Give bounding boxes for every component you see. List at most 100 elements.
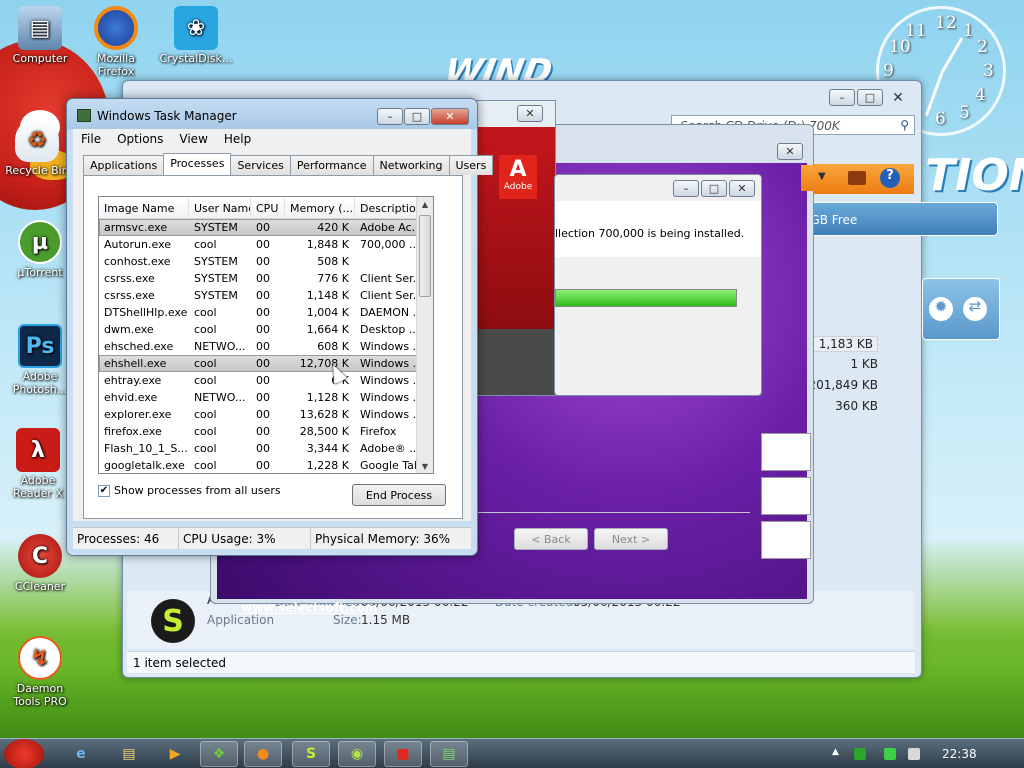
table-row[interactable]: csrss.exe SYSTEM 00 776 K Client Ser... <box>99 270 433 287</box>
desktop-icon-label: Adobe Reader X <box>13 474 63 500</box>
dropdown-arrow-icon[interactable]: ▼ <box>818 171 826 182</box>
tray-network-icon[interactable] <box>854 748 866 760</box>
start-button[interactable] <box>4 739 44 768</box>
menu-view[interactable]: View <box>171 129 215 149</box>
column-header-image-name[interactable]: Image Name <box>99 197 189 218</box>
recycle-bin-icon: ♻ <box>15 118 59 162</box>
gear-icon[interactable]: ✹ <box>929 297 953 321</box>
help-icon[interactable]: ? <box>880 168 900 188</box>
table-row[interactable]: csrss.exe SYSTEM 00 1,148 K Client Ser... <box>99 287 433 304</box>
taskbar-ie-icon[interactable]: e <box>62 741 100 767</box>
minimize-button[interactable]: – <box>673 180 699 197</box>
task-manager-body: Applications Processes Services Performa… <box>73 149 494 521</box>
end-process-button[interactable]: End Process <box>352 484 446 506</box>
process-list-scrollbar[interactable]: ▲ ▼ <box>416 197 433 473</box>
next-button[interactable]: Next > <box>594 528 668 550</box>
tray-volume-muted-icon[interactable] <box>908 748 920 760</box>
photoshop-icon: Ps <box>18 324 62 368</box>
checkbox-box[interactable]: ✔ <box>98 484 110 497</box>
tab-networking[interactable]: Networking <box>372 155 450 175</box>
maximize-button[interactable]: □ <box>857 89 883 106</box>
column-header-user-name[interactable]: User Name <box>189 197 251 218</box>
tray-expand-icon[interactable]: ▲ <box>832 747 839 757</box>
table-row[interactable]: DTShellHlp.exe cool 00 1,004 K DAEMON ... <box>99 304 433 321</box>
swap-icon[interactable]: ⇄ <box>963 297 987 321</box>
scroll-up-arrow-icon[interactable]: ▲ <box>417 197 433 213</box>
taskbar-windows-icon[interactable]: ❖ <box>200 741 238 767</box>
desktop-icon-crystaldisk[interactable]: ❀ CrystalDisk... <box>158 6 234 65</box>
selectsoft-link[interactable]: www.selectsoft.com <box>241 601 377 615</box>
close-button[interactable]: ✕ <box>431 108 469 125</box>
taskbar-media-player-icon[interactable]: ▶ <box>156 741 194 767</box>
back-button[interactable]: < Back <box>514 528 588 550</box>
table-row[interactable]: dwm.exe cool 00 1,664 K Desktop ... <box>99 321 433 338</box>
menu-file[interactable]: File <box>73 129 109 149</box>
status-physical-memory: Physical Memory: 36% <box>315 532 451 546</box>
maximize-button[interactable]: □ <box>701 180 727 197</box>
table-row[interactable]: armsvc.exe SYSTEM 00 420 K Adobe Ac... <box>99 219 433 236</box>
process-user-name: cool <box>194 442 217 455</box>
installer-side-button[interactable] <box>761 433 811 471</box>
table-row[interactable]: googletalk.exe cool 00 1,228 K Google Talk <box>99 457 433 473</box>
taskbar-explorer-icon[interactable]: ▤ <box>110 741 148 767</box>
tab-services[interactable]: Services <box>230 155 291 175</box>
table-row[interactable]: Flash_10_1_S... cool 00 3,344 K Adobe® ... <box>99 440 433 457</box>
desktop-icon-adobe-reader[interactable]: λ Adobe Reader X <box>0 428 76 500</box>
table-row[interactable]: ehshell.exe cool 00 12,708 K Windows ... <box>99 355 433 372</box>
taskbar-installer-icon[interactable]: ◉ <box>338 741 376 767</box>
close-button[interactable]: ✕ <box>729 180 755 197</box>
show-all-processes-checkbox[interactable]: ✔ Show processes from all users <box>98 484 281 497</box>
minimize-button[interactable]: – <box>377 108 403 125</box>
table-row[interactable]: ehvid.exe NETWO... 00 1,128 K Windows ... <box>99 389 433 406</box>
minimize-button[interactable]: – <box>829 89 855 106</box>
process-rows: armsvc.exe SYSTEM 00 420 K Adobe Ac... Autoru… <box>99 219 433 473</box>
drive-icon[interactable] <box>848 171 866 185</box>
scroll-thumb[interactable] <box>419 215 431 297</box>
process-memory: 1,128 K <box>306 391 349 404</box>
taskbar-adobe-icon[interactable]: ■ <box>384 741 422 767</box>
tab-performance[interactable]: Performance <box>289 155 374 175</box>
table-row[interactable]: conhost.exe SYSTEM 00 508 K <box>99 253 433 270</box>
installer-side-button[interactable] <box>761 477 811 515</box>
desktop-icon-label: CCleaner <box>14 580 66 593</box>
table-row[interactable]: Autorun.exe cool 00 1,848 K 700,000 ... <box>99 236 433 253</box>
installer-side-button[interactable] <box>761 521 811 559</box>
adobe-logo-icon: A Adobe <box>499 155 537 199</box>
tray-status-icon[interactable] <box>884 748 896 760</box>
table-row[interactable]: ehtray.exe cool 00 6 K Windows ... <box>99 372 433 389</box>
table-row[interactable]: ehsched.exe NETWO... 00 608 K Windows ... <box>99 338 433 355</box>
desktop-icon-daemon-tools[interactable]: ↯ Daemon Tools PRO <box>2 636 78 708</box>
adobe-close-button[interactable]: ✕ <box>517 105 543 122</box>
taskbar-task-manager-icon[interactable]: ▤ <box>430 741 468 767</box>
table-row[interactable]: explorer.exe cool 00 13,628 K Windows ... <box>99 406 433 423</box>
process-cpu: 00 <box>256 374 270 387</box>
maximize-button[interactable]: □ <box>404 108 430 125</box>
scroll-down-arrow-icon[interactable]: ▼ <box>417 459 433 473</box>
process-memory: 508 K <box>317 255 349 268</box>
tab-processes[interactable]: Processes <box>163 153 232 175</box>
tab-users[interactable]: Users <box>448 155 494 175</box>
taskbar-autorun-icon[interactable]: S <box>292 741 330 767</box>
column-header-memory[interactable]: Memory (... <box>285 197 355 218</box>
menu-options[interactable]: Options <box>109 129 171 149</box>
close-button[interactable]: ✕ <box>885 89 911 106</box>
desktop-icon-firefox[interactable]: Mozilla Firefox <box>80 6 152 82</box>
install-progress-fill <box>556 290 736 306</box>
task-manager-icon <box>77 109 91 122</box>
process-cpu: 00 <box>256 238 270 251</box>
tab-applications[interactable]: Applications <box>83 155 165 175</box>
process-list[interactable]: Image Name User Name CPU Memory (... Des… <box>98 196 434 474</box>
desktop-icon-computer[interactable]: ▤ Computer <box>2 6 78 65</box>
process-image-name: ehvid.exe <box>104 391 158 404</box>
menu-help[interactable]: Help <box>216 129 259 149</box>
column-header-cpu[interactable]: CPU <box>251 197 285 218</box>
process-memory: 1,664 K <box>306 323 349 336</box>
process-cpu: 00 <box>256 357 270 370</box>
taskbar-clock[interactable]: 22:38 <box>942 747 977 761</box>
desktop-icon-recycle-bin[interactable]: ♻ Recycle Bin <box>2 118 72 180</box>
adobe-logo-text: Adobe <box>503 182 533 192</box>
table-row[interactable]: firefox.exe cool 00 28,500 K Firefox <box>99 423 433 440</box>
installer-close-button[interactable]: ✕ <box>777 143 803 160</box>
process-user-name: cool <box>194 238 217 251</box>
taskbar-firefox-icon[interactable]: ● <box>244 741 282 767</box>
